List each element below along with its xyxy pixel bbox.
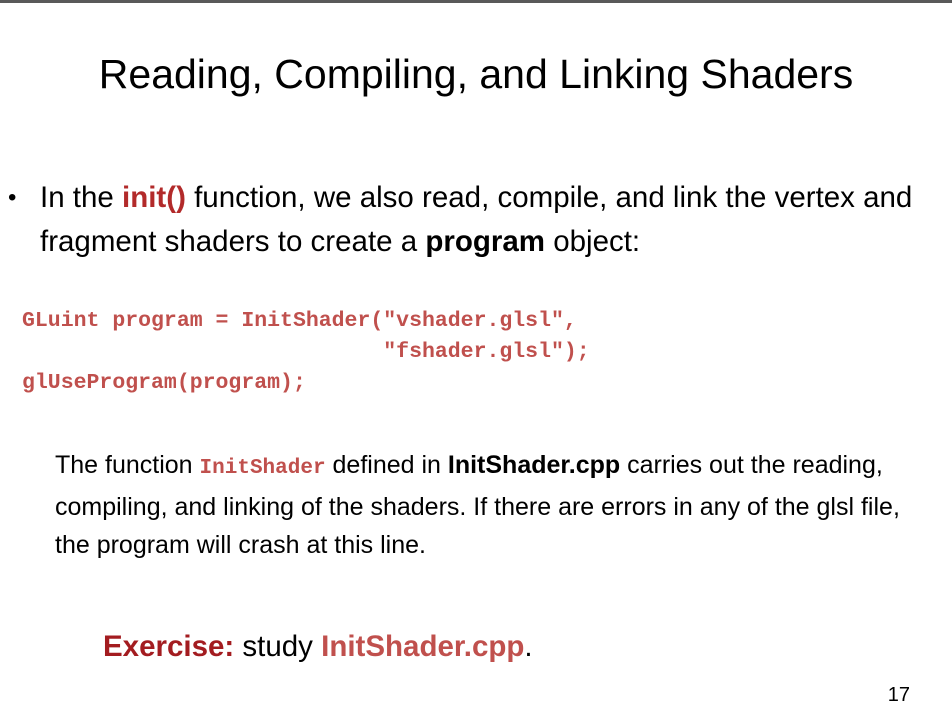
page-number: 17 [887, 684, 910, 706]
exercise-text: study [234, 630, 322, 663]
code-line: GLuint program = InitShader("vshader.gls… [22, 309, 577, 333]
initshader-code-name: InitShader [199, 457, 326, 480]
init-function-name: init() [122, 181, 186, 214]
para-text-2: defined in [325, 451, 448, 479]
exercise-line: Exercise: study InitShader.cpp. [103, 625, 533, 669]
bullet-marker: • [8, 184, 17, 211]
code-line: glUseProgram(program); [22, 371, 306, 395]
initshader-file-name: InitShader.cpp [447, 451, 621, 479]
bullet-item: • In the init() function, we also read, … [8, 176, 920, 264]
bullet-text-1: In the [40, 181, 123, 214]
para-text-1: The function [55, 451, 200, 479]
program-bold-word: program [425, 225, 546, 258]
explanation-paragraph: The function InitShader defined in InitS… [55, 446, 935, 564]
code-line: "fshader.glsl"); [22, 340, 590, 364]
exercise-label: Exercise: [103, 630, 235, 663]
exercise-file: InitShader.cpp [321, 630, 525, 663]
top-rule [0, 0, 952, 3]
exercise-period: . [524, 630, 533, 663]
code-block: GLuint program = InitShader("vshader.gls… [22, 306, 590, 399]
slide-title: Reading, Compiling, and Linking Shaders [98, 51, 854, 97]
bullet-text-3: object: [545, 225, 641, 258]
